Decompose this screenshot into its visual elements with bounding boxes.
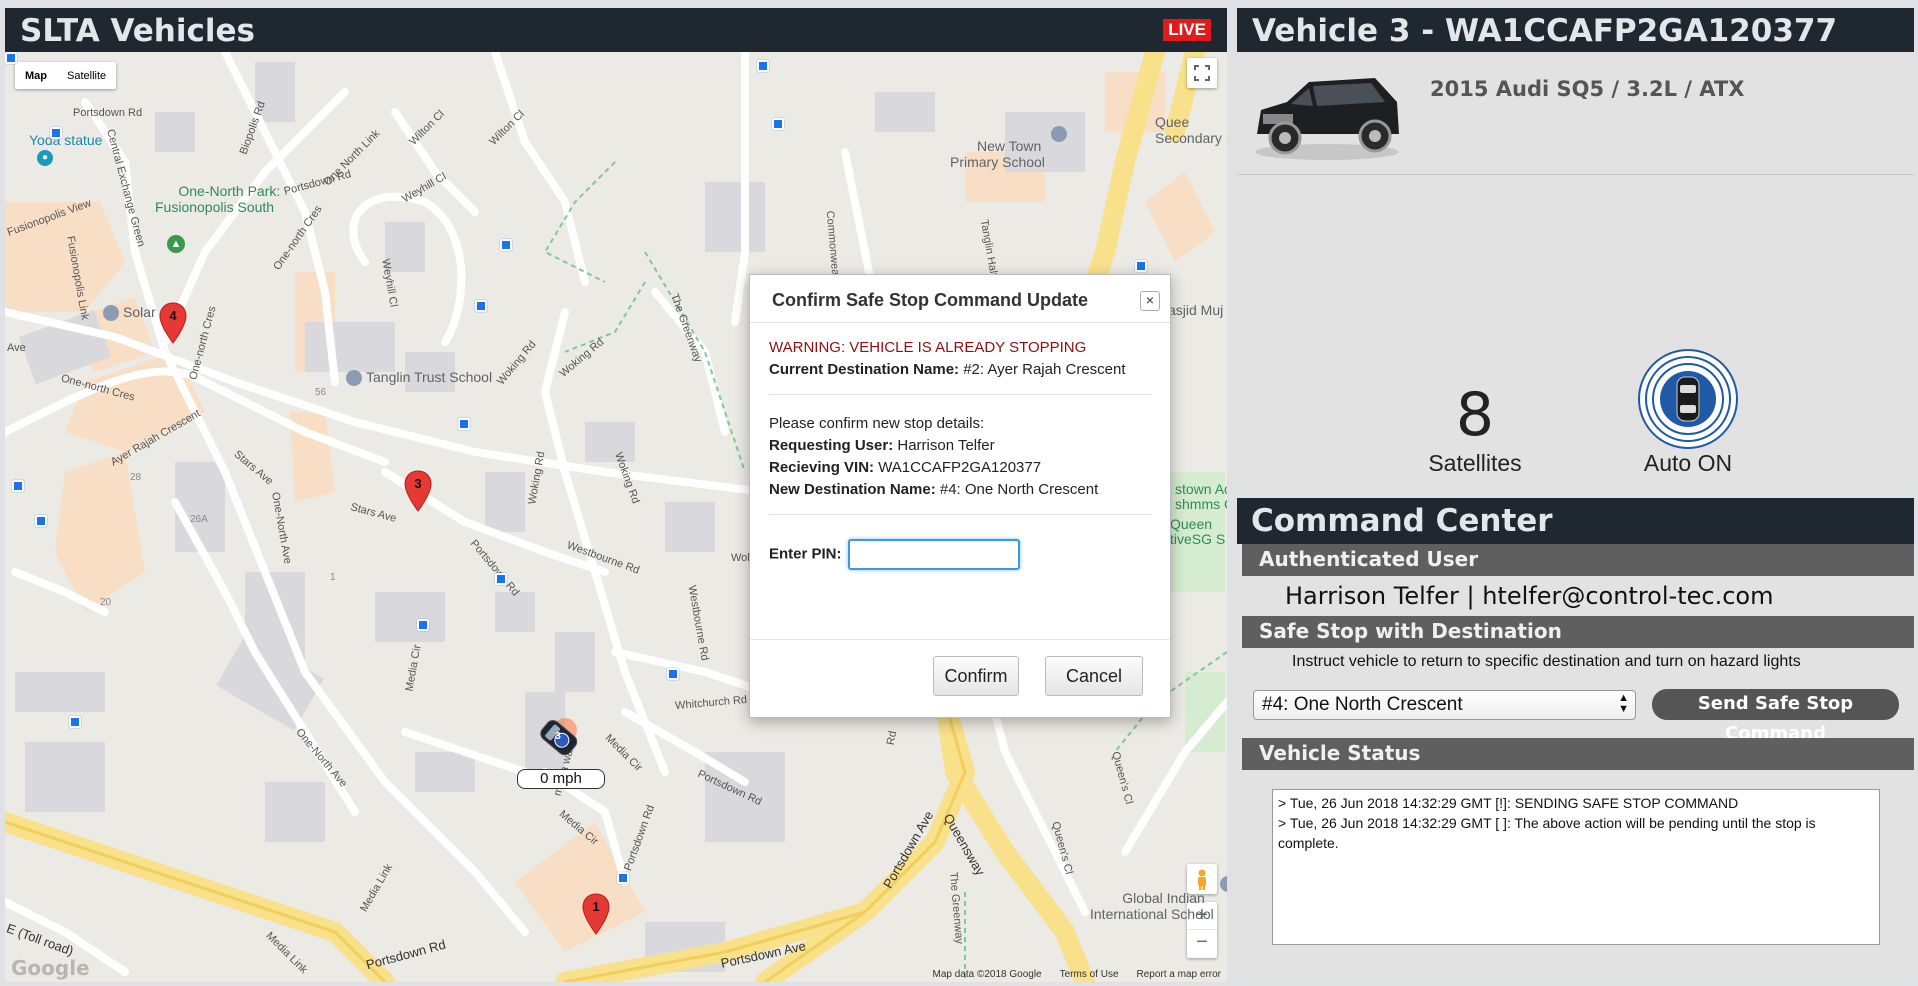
bus-stop-icon[interactable] xyxy=(69,716,81,728)
bus-stop-icon[interactable] xyxy=(1135,260,1147,272)
poi-yoda-statue[interactable]: Yoda statue ● xyxy=(29,132,102,166)
vehicle-marker[interactable]: 3 xyxy=(533,712,583,762)
vehicle-title: Vehicle 3 - WA1CCAFP2GA120377 xyxy=(1237,8,1914,52)
google-logo: Google xyxy=(11,956,90,980)
map-type-control: Map Satellite xyxy=(15,62,117,89)
auto-mode-icon xyxy=(1638,349,1738,449)
destination-select[interactable]: #4: One North Crescent ▲ ▼ xyxy=(1253,690,1636,720)
poi-activesg[interactable]: Queen tiveSG S xyxy=(1170,517,1225,547)
bus-stop-icon[interactable] xyxy=(475,300,487,312)
divider xyxy=(769,514,1152,515)
bus-stop-icon[interactable] xyxy=(495,573,507,585)
street-label: Portsdown Rd xyxy=(73,107,143,119)
confirm-safe-stop-dialog: Confirm Safe Stop Command Update × WARNI… xyxy=(749,274,1171,718)
terms-link[interactable]: Terms of Use xyxy=(1060,969,1119,980)
pin-label: Enter PIN: xyxy=(769,545,842,563)
bus-stop-icon[interactable] xyxy=(35,515,47,527)
bus-stop-icon[interactable] xyxy=(417,619,429,631)
dialog-title: Confirm Safe Stop Command Update xyxy=(750,275,1170,323)
pin-input[interactable] xyxy=(847,539,1020,570)
bus-stop-icon[interactable] xyxy=(50,127,62,139)
poi-queenstown-area[interactable]: stown Ac shmms Co xyxy=(1175,482,1227,512)
school-icon xyxy=(1050,126,1067,142)
building-number: 26A xyxy=(190,514,208,525)
page-title: SLTA Vehicles xyxy=(20,13,255,49)
camera-icon: ● xyxy=(37,150,53,166)
vehicle-panel: Vehicle 3 - WA1CCAFP2GA120377 2015 Audi … xyxy=(1237,8,1914,490)
poi-one-north-park[interactable]: One-North Park: Fusionopolis South ▲ xyxy=(155,167,280,285)
authenticated-user-header: Authenticated User xyxy=(1242,544,1914,576)
street-label: Ave xyxy=(7,342,26,354)
log-line: > Tue, 26 Jun 2018 14:32:29 GMT [ ]: The… xyxy=(1278,815,1816,851)
poi-masjid[interactable]: asjid Muj xyxy=(1168,302,1223,318)
bus-stop-icon[interactable] xyxy=(458,418,470,430)
auto-mode-label: Auto ON xyxy=(1643,450,1733,476)
destination-pin-1[interactable]: 1 xyxy=(581,893,611,935)
receiving-vin-row: Recieving VIN: WA1CCAFP2GA120377 xyxy=(769,459,1042,476)
report-error-link[interactable]: Report a map error xyxy=(1137,969,1221,980)
map-attribution: Map data ©2018 Google Terms of Use Repor… xyxy=(932,969,1221,980)
satellites-stat: 8 Satellites xyxy=(1405,384,1545,477)
bus-stop-icon[interactable] xyxy=(12,480,24,492)
satellites-label: Satellites xyxy=(1428,450,1522,476)
bus-stop-icon[interactable] xyxy=(500,239,512,251)
dialog-body: WARNING: VEHICLE IS ALREADY STOPPING Cur… xyxy=(750,323,1170,570)
pin-row: Enter PIN: xyxy=(769,539,1170,570)
fullscreen-icon xyxy=(1194,65,1210,81)
confirm-prompt: Please confirm new stop details: xyxy=(769,415,985,432)
status-log[interactable]: > Tue, 26 Jun 2018 14:32:29 GMT [!]: SEN… xyxy=(1272,789,1880,945)
vehicle-specs: 2015 Audi SQ5 / 3.2L / ATX xyxy=(1430,77,1745,101)
destination-pin-4[interactable]: 4 xyxy=(158,302,188,344)
poi-queens-secondary[interactable]: Quee Secondary S xyxy=(1155,114,1227,146)
current-destination-row: Current Destination Name: #2: Ayer Rajah… xyxy=(769,361,1126,378)
bus-stop-icon[interactable] xyxy=(757,60,769,72)
vehicle-status-header: Vehicle Status xyxy=(1242,738,1914,770)
destination-pin-3[interactable]: 3 xyxy=(403,470,433,512)
map-type-satellite-button[interactable]: Satellite xyxy=(57,62,116,89)
divider xyxy=(1237,174,1914,175)
map-panel-header: SLTA Vehicles LIVE xyxy=(5,8,1227,52)
warning-text: WARNING: VEHICLE IS ALREADY STOPPING xyxy=(769,339,1087,356)
vehicle-photo xyxy=(1255,78,1399,160)
log-line: > Tue, 26 Jun 2018 14:32:29 GMT [!]: SEN… xyxy=(1278,795,1739,811)
map-type-map-button[interactable]: Map xyxy=(15,62,57,89)
map-data-credit: Map data ©2018 Google xyxy=(932,969,1042,980)
send-safe-stop-button[interactable]: Send Safe Stop Command xyxy=(1652,689,1899,744)
dialog-footer: Confirm Cancel xyxy=(750,639,1170,717)
bus-stop-icon[interactable] xyxy=(772,118,784,130)
poi-new-town-primary[interactable]: New Town Primary School xyxy=(950,122,1067,202)
bus-stop-icon[interactable] xyxy=(5,52,17,64)
command-center-panel: Command Center Authenticated User Harris… xyxy=(1237,498,1914,982)
app: SLTA Vehicles LIVE Map Satellite + − Por… xyxy=(0,0,1918,986)
divider xyxy=(769,394,1152,395)
requesting-user-row: Requesting User: Harrison Telfer xyxy=(769,437,995,454)
bus-stop-icon[interactable] xyxy=(667,668,679,680)
building-number: 56 xyxy=(315,387,327,398)
speed-label: 0 mph xyxy=(517,769,605,789)
building-number: 28 xyxy=(130,472,142,483)
building-icon xyxy=(103,305,119,322)
park-tree-icon: ▲ xyxy=(167,235,185,253)
street-label: Rd xyxy=(884,730,900,746)
building-number: 20 xyxy=(100,597,112,608)
authenticated-user: Harrison Telfer | htelfer@control-tec.co… xyxy=(1285,582,1774,610)
satellites-count: 8 xyxy=(1455,380,1495,450)
building-number: 1 xyxy=(330,572,336,583)
bus-stop-icon[interactable] xyxy=(617,872,629,884)
select-arrows-icon: ▲ ▼ xyxy=(1618,692,1629,715)
poi-tanglin-trust-school[interactable]: Tanglin Trust School xyxy=(346,369,492,387)
safe-stop-instruction: Instruct vehicle to return to specific d… xyxy=(1292,653,1801,670)
poi-solaris[interactable]: Solar xyxy=(103,304,156,322)
safe-stop-header: Safe Stop with Destination xyxy=(1242,616,1914,648)
new-destination-row: New Destination Name: #4: One North Cres… xyxy=(769,481,1099,498)
confirm-button[interactable]: Confirm xyxy=(933,656,1019,696)
school-icon xyxy=(346,370,362,387)
command-center-title: Command Center xyxy=(1237,498,1914,544)
live-badge: LIVE xyxy=(1163,19,1211,41)
fullscreen-button[interactable] xyxy=(1187,58,1217,88)
poi-global-indian-school[interactable]: Global Indian International School xyxy=(1090,874,1227,954)
close-icon[interactable]: × xyxy=(1140,291,1160,311)
cancel-button[interactable]: Cancel xyxy=(1045,656,1143,696)
